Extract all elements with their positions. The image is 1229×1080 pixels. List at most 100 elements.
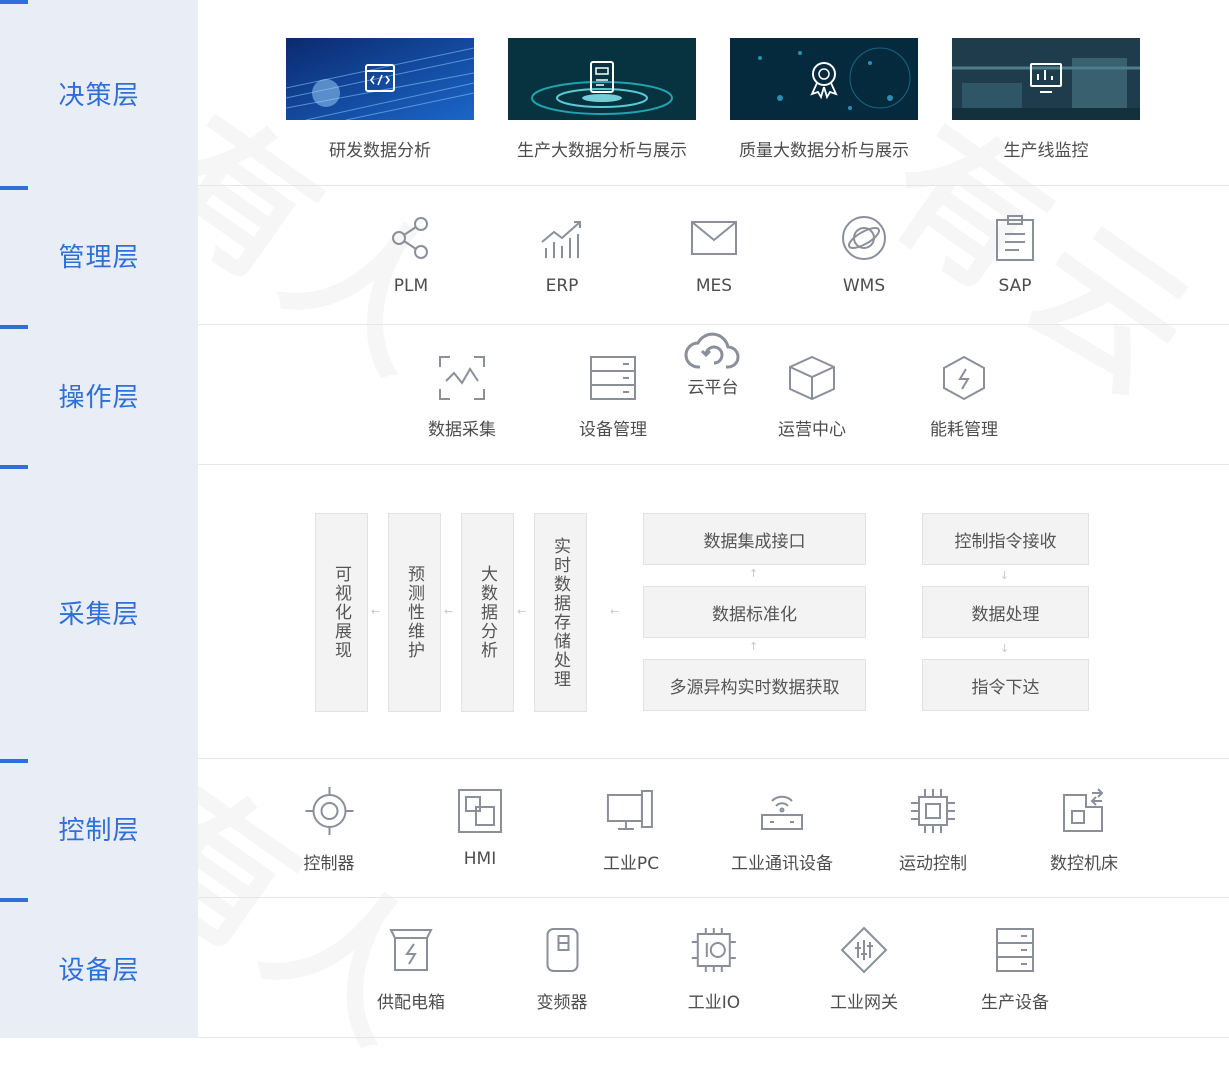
- layer-title: 采集层: [58, 599, 140, 630]
- layer-operation: 操作层 云平台 数据采集 设备管理 运营中心 能耗管理: [0, 325, 1229, 465]
- layer-label: 设备层: [0, 898, 198, 1038]
- tech-image: [730, 38, 918, 120]
- document-icon: [590, 61, 614, 93]
- system-erp[interactable]: ERP: [538, 214, 586, 296]
- device-item[interactable]: 工业网关: [830, 926, 898, 1013]
- layer-title: 设备层: [58, 955, 140, 986]
- router-icon: [761, 795, 803, 830]
- system-label: MES: [695, 276, 733, 296]
- layer-body: 云平台 数据采集 设备管理 运营中心 能耗管理: [198, 325, 1229, 465]
- layer-collection: 采集层 可视化展现 ← 预测性维护 ← 大数据分析 ← 实时数据存储处理 ← 数…: [0, 465, 1229, 759]
- layer-label: 管理层: [0, 186, 198, 325]
- decision-card[interactable]: 研发数据分析: [286, 38, 474, 161]
- cloud-platform[interactable]: 云平台: [684, 331, 742, 398]
- cloud-icon: [684, 332, 740, 369]
- planet-icon: [842, 216, 886, 260]
- tech-image: [508, 38, 696, 120]
- power-box-icon: [389, 929, 433, 971]
- monitor-icon: [1030, 63, 1062, 93]
- factory-image: [952, 38, 1140, 120]
- device-label: 工业网关: [830, 993, 898, 1013]
- ops-data-collection[interactable]: 数据采集: [428, 355, 496, 440]
- device-label: 变频器: [536, 993, 588, 1013]
- layer-body: 供配电箱 变频器 工业IO 工业网关 生产设备: [198, 898, 1229, 1038]
- control-device[interactable]: 工业PC: [603, 787, 659, 874]
- system-label: WMS: [842, 276, 886, 296]
- collection-middle-box[interactable]: 多源异构实时数据获取: [643, 659, 866, 711]
- layer-label: 采集层: [0, 465, 198, 759]
- io-chip-icon: [692, 928, 736, 972]
- control-device[interactable]: 运动控制: [899, 787, 967, 874]
- system-sap[interactable]: SAP: [991, 214, 1039, 296]
- badge-icon: [810, 62, 838, 100]
- collection-step[interactable]: 预测性维护: [388, 513, 441, 712]
- layer-title: 控制层: [58, 816, 140, 846]
- ops-energy-management[interactable]: 能耗管理: [930, 355, 998, 440]
- decision-card[interactable]: 质量大数据分析与展示: [730, 38, 918, 161]
- collection-middle-box[interactable]: 数据标准化: [643, 586, 866, 638]
- hmi-icon: [458, 789, 502, 833]
- collection-step[interactable]: 大数据分析: [461, 513, 514, 712]
- layer-body: 可视化展现 ← 预测性维护 ← 大数据分析 ← 实时数据存储处理 ← 数据集成接…: [198, 465, 1229, 759]
- decision-card[interactable]: 生产大数据分析与展示: [508, 38, 696, 161]
- decision-label: 生产线监控: [1003, 141, 1089, 161]
- control-device[interactable]: 数控机床: [1050, 787, 1118, 874]
- cloud-label: 云平台: [687, 378, 739, 398]
- code-icon: [365, 64, 395, 92]
- arrow-left-icon: ←: [444, 605, 454, 618]
- layer-body: 研发数据分析 生产大数据分析与展示 质量大数据分析与展示 生产线监控: [198, 0, 1229, 186]
- ops-label: 数据采集: [428, 420, 496, 440]
- control-device[interactable]: 控制器: [304, 787, 355, 874]
- ops-label: 运营中心: [778, 420, 846, 440]
- trend-chart-icon: [541, 221, 581, 258]
- layer-body: 控制器 HMI 工业PC 工业通讯设备 运动控制 数控机床: [198, 759, 1229, 898]
- server-icon: [590, 356, 636, 400]
- collection-right-box[interactable]: 指令下达: [922, 659, 1089, 711]
- device-item[interactable]: 供配电箱: [377, 926, 445, 1013]
- collection-right-box[interactable]: 数据处理: [922, 586, 1089, 638]
- pc-icon: [607, 790, 653, 830]
- tech-image: [286, 38, 474, 120]
- system-plm[interactable]: PLM: [387, 214, 435, 296]
- control-label: 工业PC: [602, 854, 660, 874]
- control-device[interactable]: HMI: [456, 787, 504, 869]
- ops-operation-center[interactable]: 运营中心: [778, 355, 846, 440]
- layer-management: 管理层 PLM ERP MES WMS SAP: [0, 186, 1229, 325]
- system-mes[interactable]: MES: [689, 214, 739, 296]
- device-item[interactable]: 工业IO: [688, 926, 740, 1013]
- layer-label: 决策层: [0, 0, 198, 186]
- decision-label: 生产大数据分析与展示: [517, 141, 687, 161]
- collection-right-box[interactable]: 控制指令接收: [922, 513, 1089, 565]
- arrow-up-icon: ↑: [749, 640, 759, 653]
- step-label: 可视化展现: [331, 565, 351, 660]
- layer-body: PLM ERP MES WMS SAP: [198, 186, 1229, 325]
- device-label: 生产设备: [981, 993, 1049, 1013]
- hexagon-bolt-icon: [943, 355, 985, 401]
- equipment-icon: [996, 928, 1034, 972]
- clipboard-icon: [996, 215, 1034, 261]
- scan-wave-icon: [439, 356, 485, 400]
- collection-step[interactable]: 可视化展现: [315, 513, 368, 712]
- collection-middle-box[interactable]: 数据集成接口: [643, 513, 866, 565]
- device-label: 工业IO: [687, 993, 741, 1013]
- ops-device-management[interactable]: 设备管理: [579, 355, 647, 440]
- chip-icon: [911, 789, 955, 833]
- control-device[interactable]: 工业通讯设备: [731, 787, 833, 874]
- step-label: 预测性维护: [404, 565, 424, 660]
- decision-label: 研发数据分析: [329, 141, 431, 161]
- control-label: HMI: [463, 849, 497, 869]
- inverter-icon: [546, 928, 578, 972]
- step-label: 实时数据存储处理: [550, 536, 570, 689]
- control-label: 运动控制: [899, 854, 967, 874]
- layer-title: 操作层: [58, 382, 140, 413]
- share-icon: [392, 217, 428, 259]
- collection-step[interactable]: 实时数据存储处理: [534, 513, 587, 712]
- decision-card[interactable]: 生产线监控: [952, 38, 1140, 161]
- arrow-down-icon: ↓: [1000, 569, 1010, 582]
- system-wms[interactable]: WMS: [840, 214, 888, 296]
- arrow-up-icon: ↑: [749, 567, 759, 580]
- cnc-icon: [1063, 788, 1104, 832]
- device-item[interactable]: 生产设备: [981, 926, 1049, 1013]
- mail-icon: [691, 221, 737, 255]
- device-item[interactable]: 变频器: [537, 926, 588, 1013]
